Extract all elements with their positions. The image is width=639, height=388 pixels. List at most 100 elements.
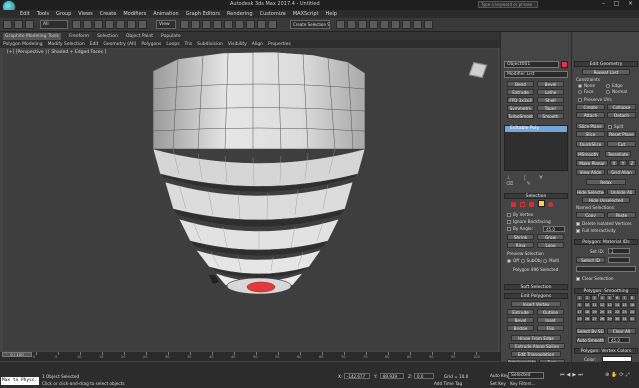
- toolbar-tool-22-icon[interactable]: [369, 20, 378, 29]
- z-coordinate[interactable]: 0.0: [414, 373, 434, 379]
- bevel-button[interactable]: Bevel: [507, 317, 534, 323]
- smoothing-group-27-button[interactable]: 27: [591, 316, 598, 322]
- modifier-turbosmooth-button[interactable]: TurboSmooth: [507, 113, 534, 119]
- smoothing-group-19-button[interactable]: 19: [591, 309, 598, 315]
- delete-isolated-check[interactable]: Delete Isolated Vertices: [576, 221, 632, 226]
- reset-plane-button[interactable]: Reset Plane: [607, 131, 636, 137]
- clear-selection-check[interactable]: Clear Selection: [576, 276, 614, 281]
- auto-key-label[interactable]: Auto Key: [490, 373, 509, 378]
- modifier-shell-button[interactable]: Shell: [537, 97, 564, 103]
- paste-button[interactable]: Paste: [607, 212, 636, 218]
- menu-tools[interactable]: Tools: [37, 10, 49, 18]
- ring-button[interactable]: Ring: [507, 242, 534, 248]
- hide-unselected-button[interactable]: Hide Unselected: [582, 197, 630, 203]
- ribbon-panel-align[interactable]: Align: [252, 41, 263, 49]
- set-key-label[interactable]: Set Key: [490, 381, 506, 386]
- smoothing-group-22-button[interactable]: 22: [613, 309, 621, 315]
- cut-button[interactable]: Cut: [607, 141, 636, 147]
- extrude-along-spline-button[interactable]: Extrude Along Spline: [509, 343, 565, 349]
- smoothing-group-11-button[interactable]: 11: [591, 302, 598, 308]
- ribbon-panel-properties[interactable]: Properties: [268, 41, 291, 49]
- modifier-symmetry-button[interactable]: Symmetry: [507, 105, 534, 111]
- stack-item-editable-poly[interactable]: Editable Poly: [505, 126, 567, 132]
- slice-plane-button[interactable]: Slice Plane: [576, 123, 605, 129]
- subobject-icons[interactable]: [511, 200, 561, 208]
- select-by-sg-button[interactable]: Select By SG: [576, 328, 605, 334]
- hinge-from-edge-button[interactable]: Hinge From Edge: [511, 335, 561, 341]
- view-align-button[interactable]: View Align: [576, 169, 605, 175]
- msmooth-button[interactable]: MSmooth: [576, 151, 600, 157]
- by-vertex-check[interactable]: By Vertex: [507, 212, 533, 217]
- modifier-bend-button[interactable]: Bend: [507, 81, 534, 87]
- smoothing-group-18-button[interactable]: 18: [583, 309, 591, 315]
- ribbon-panel-subdivision[interactable]: Subdivision: [197, 41, 223, 49]
- modifier-bevel-button[interactable]: Bevel: [537, 81, 564, 87]
- smoothing-group-24-button[interactable]: 24: [628, 309, 636, 315]
- constraint-none[interactable]: None: [578, 83, 595, 88]
- auto-smooth-button[interactable]: Auto Smooth: [576, 337, 605, 343]
- smoothing-group-15-button[interactable]: 15: [621, 302, 628, 308]
- smoothing-group-21-button[interactable]: 21: [606, 309, 613, 315]
- select-id-button[interactable]: Select ID: [576, 257, 605, 263]
- smoothing-group-20-button[interactable]: 20: [598, 309, 606, 315]
- hide-selected-button[interactable]: Hide Selected: [576, 189, 605, 195]
- play-controls[interactable]: ⏮◀▶⏭: [560, 372, 600, 379]
- modifier-stack[interactable]: Editable Poly: [504, 125, 568, 171]
- toolbar-tool-20-icon[interactable]: [347, 20, 356, 29]
- ribbon-panel-edit[interactable]: Edit: [90, 41, 99, 49]
- full-interactivity-check[interactable]: Full Interactivity: [576, 228, 616, 233]
- menu-customize[interactable]: Customize: [260, 10, 286, 18]
- toolbar-tool-24-icon[interactable]: [391, 20, 400, 29]
- selection-rollout[interactable]: Selection: [504, 193, 568, 199]
- selection-set-dropdown[interactable]: Create Selection Se: [290, 20, 330, 29]
- ribbon-panel-modify-selection[interactable]: Modify Selection: [48, 41, 85, 49]
- ribbon-panel-geometry-all-[interactable]: Geometry (All): [103, 41, 136, 49]
- collapse-button[interactable]: Collapse: [607, 104, 636, 110]
- unhide-all-button[interactable]: Unhide All: [607, 189, 636, 195]
- toolbar-tool-17-icon[interactable]: [257, 20, 266, 29]
- x-button[interactable]: X: [610, 160, 618, 166]
- ribbon-panel-visibility[interactable]: Visibility: [228, 41, 247, 49]
- toolbar-tool-16-icon[interactable]: [246, 20, 255, 29]
- edit-triangulation-button[interactable]: Edit Triangulation: [511, 351, 561, 357]
- insert-vertex-button[interactable]: Insert Vertex: [511, 301, 561, 307]
- slice-button[interactable]: Slice: [576, 131, 605, 137]
- vertex-colors-rollout[interactable]: Polygon: Vertex Colors: [574, 348, 638, 354]
- toolbar-tool-15-icon[interactable]: [235, 20, 244, 29]
- menu-graph-editors[interactable]: Graph Editors: [186, 10, 220, 18]
- material-ids-rollout[interactable]: Polygon: Material IDs: [574, 239, 638, 245]
- soft-selection-rollout[interactable]: Soft Selection: [504, 284, 568, 290]
- constraint-normal[interactable]: Normal: [606, 89, 627, 94]
- key-filters-button[interactable]: Key Filters...: [510, 381, 535, 386]
- smoothing-group-31-button[interactable]: 31: [621, 316, 628, 322]
- smoothing-groups-rollout[interactable]: Polygon: Smoothing Groups: [574, 288, 638, 299]
- menu-modifiers[interactable]: Modifiers: [123, 10, 146, 18]
- bridge-button[interactable]: Bridge: [507, 325, 534, 331]
- smoothing-group-14-button[interactable]: 14: [613, 302, 621, 308]
- toolbar-tool-0-icon[interactable]: [3, 20, 12, 29]
- loop-button[interactable]: Loop: [537, 242, 564, 248]
- menu-views[interactable]: Views: [78, 10, 92, 18]
- make-planar-button[interactable]: Make Planar: [576, 160, 608, 166]
- smoothing-group-7-button[interactable]: 7: [621, 295, 628, 301]
- z-button[interactable]: Z: [628, 160, 636, 166]
- smoothing-group-4-button[interactable]: 4: [598, 295, 606, 301]
- smoothing-group-8-button[interactable]: 8: [628, 295, 636, 301]
- close-button[interactable]: ×: [625, 1, 636, 8]
- flip-button[interactable]: Flip: [537, 325, 564, 331]
- maximize-button[interactable]: □: [611, 1, 622, 8]
- by-angle-check[interactable]: By Angle:: [507, 226, 533, 231]
- grow-button[interactable]: Grow: [537, 234, 564, 240]
- y-coordinate[interactable]: 89.939: [380, 373, 404, 379]
- material-name-dropdown[interactable]: [576, 266, 636, 272]
- shrink-button[interactable]: Shrink: [507, 234, 534, 240]
- set-id-spinner[interactable]: 1: [608, 248, 630, 254]
- smoothing-group-29-button[interactable]: 29: [606, 316, 613, 322]
- toolbar-tool-6-icon[interactable]: [105, 20, 114, 29]
- poly-mesh-model[interactable]: [3, 49, 498, 351]
- toolbar-tool-9-icon[interactable]: [138, 20, 147, 29]
- toolbar-tool-27-icon[interactable]: [424, 20, 433, 29]
- minimize-button[interactable]: –: [598, 1, 609, 8]
- smoothing-group-25-button[interactable]: 25: [576, 316, 583, 322]
- modifier-lathe-button[interactable]: Lathe: [537, 89, 564, 95]
